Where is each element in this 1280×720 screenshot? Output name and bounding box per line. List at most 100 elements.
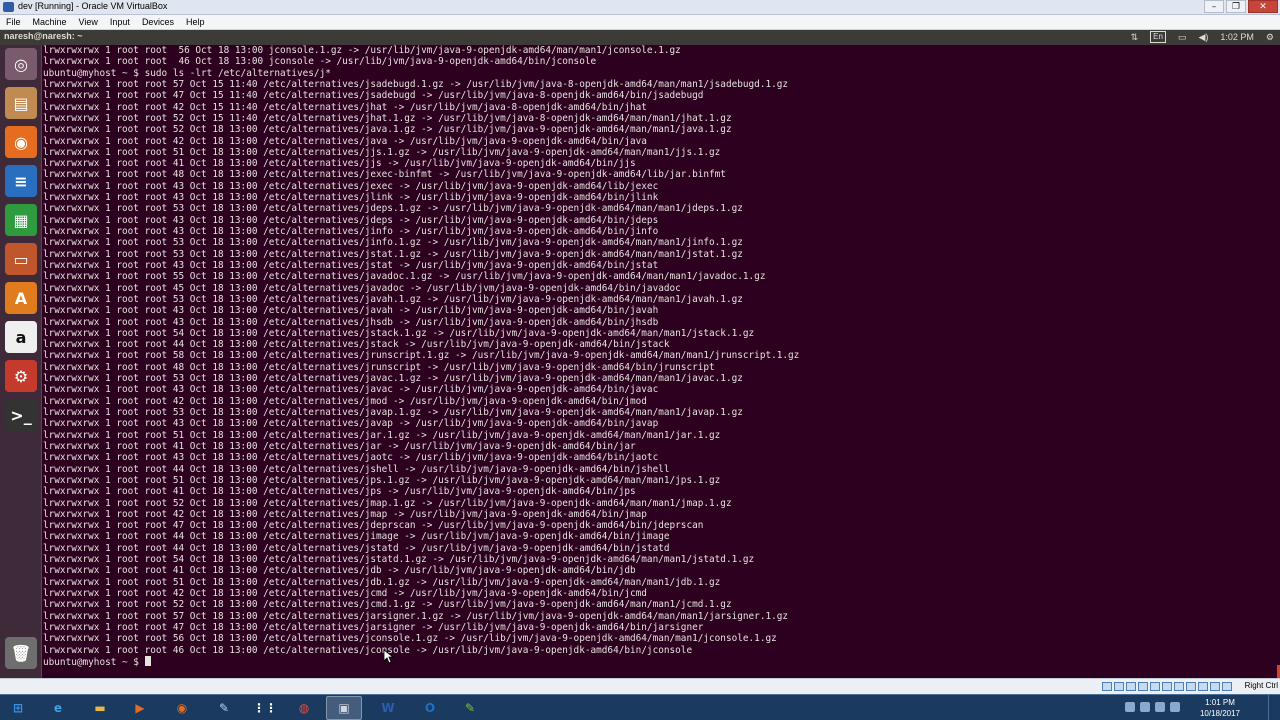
impress-icon[interactable]: ▭ [5,243,37,275]
terminal-output[interactable]: lrwxrwxrwx 1 root root 56 Oct 18 13:00 j… [43,45,1280,678]
terminal-line: lrwxrwxrwx 1 root root 56 Oct 18 13:00 j… [43,45,681,56]
terminal-line: lrwxrwxrwx 1 root root 44 Oct 18 13:00 /… [43,542,670,554]
firefox-taskbar-icon[interactable]: ◉ [164,696,200,720]
terminal-line: lrwxrwxrwx 1 root root 48 Oct 18 13:00 /… [43,169,726,181]
terminal-line: lrwxrwxrwx 1 root root 41 Oct 18 13:00 /… [43,486,636,498]
menu-devices[interactable]: Devices [136,17,180,27]
usb-icon[interactable] [1150,682,1160,691]
taskbar-clock[interactable]: 1:01 PM 10/18/2017 [1200,697,1240,719]
outlook-icon[interactable]: O [412,696,448,720]
terminal-line: lrwxrwxrwx 1 root root 51 Oct 18 13:00 /… [43,474,721,486]
terminal-line: lrwxrwxrwx 1 root root 44 Oct 18 13:00 /… [43,531,670,543]
virtualbox-taskbar-icon[interactable]: ▣ [326,696,362,720]
terminal-line: lrwxrwxrwx 1 root root 51 Oct 18 13:00 /… [43,576,721,588]
terminal-line: lrwxrwxrwx 1 root root 51 Oct 18 13:00 /… [43,429,721,441]
windows-taskbar: ⊞ e ▬ ▶ ◉ ✎ ⋮⋮ ◍ ▣ W O ✎ 1:01 PM 10/18/2017 [0,694,1280,720]
terminal-line: lrwxrwxrwx 1 root root 44 Oct 18 13:00 /… [43,339,670,351]
optical-drive-icon[interactable] [1114,682,1124,691]
menu-input[interactable]: Input [104,17,136,27]
display-icon[interactable] [1174,682,1184,691]
terminal-icon[interactable]: >_ [5,399,37,431]
files-icon[interactable]: ▤ [5,87,37,119]
keyboard-capture-icon[interactable] [1222,682,1232,691]
menu-machine[interactable]: Machine [27,17,73,27]
battery-icon[interactable]: ▭ [1178,32,1187,43]
network-icon[interactable]: ⇅ [1131,32,1139,43]
terminal-line: lrwxrwxrwx 1 root root 52 Oct 15 11:40 /… [43,112,732,124]
menu-file[interactable]: File [0,17,27,27]
tray-up-arrow-icon[interactable] [1125,702,1135,712]
mouse-pointer-icon [384,650,394,664]
chrome-icon[interactable]: ◍ [286,696,322,720]
terminal-line: ubuntu@myhost ~ $ sudo ls -lrt /etc/alte… [43,67,331,79]
terminal-line: lrwxrwxrwx 1 root root 46 Oct 18 13:00 j… [43,56,597,68]
cpu-icon[interactable] [1198,682,1208,691]
keyboard-layout-indicator[interactable]: En [1150,31,1166,43]
calc-icon[interactable]: ▦ [5,204,37,236]
settings-icon[interactable]: ⚙ [5,360,37,392]
terminal-prompt-line[interactable]: ubuntu@myhost ~ $ [43,655,1280,668]
word-icon[interactable]: W [370,696,406,720]
terminal-line: lrwxrwxrwx 1 root root 42 Oct 18 13:00 /… [43,395,647,407]
terminal-line: lrwxrwxrwx 1 root root 57 Oct 15 11:40 /… [43,78,789,90]
audio-icon[interactable] [1126,682,1136,691]
trash-icon[interactable]: 🗑 [5,637,37,669]
video-capture-icon[interactable] [1186,682,1196,691]
show-desktop-button[interactable] [1268,695,1280,720]
terminal-line: lrwxrwxrwx 1 root root 48 Oct 18 13:00 /… [43,361,715,373]
notepad-icon[interactable]: ✎ [452,696,488,720]
start-button[interactable]: ⊞ [0,696,36,720]
panel-clock[interactable]: 1:02 PM [1220,32,1254,42]
menu-view[interactable]: View [73,17,104,27]
software-center-icon[interactable]: A [5,282,37,314]
terminal-line: lrwxrwxrwx 1 root root 43 Oct 18 13:00 /… [43,259,659,271]
terminal-line: lrwxrwxrwx 1 root root 43 Oct 18 13:00 /… [43,305,659,317]
internet-explorer-icon[interactable]: e [40,696,76,720]
file-explorer-icon[interactable]: ▬ [82,696,118,720]
terminal-line: lrwxrwxrwx 1 root root 53 Oct 18 13:00 /… [43,407,743,418]
tray-network-icon[interactable] [1155,702,1165,712]
taskbar-time: 1:01 PM [1205,698,1235,707]
terminal-line: lrwxrwxrwx 1 root root 47 Oct 18 13:00 /… [43,621,704,633]
dash-home-icon[interactable]: ◎ [5,48,37,80]
terminal-line: lrwxrwxrwx 1 root root 43 Oct 18 13:00 /… [43,316,659,328]
terminal-line: lrwxrwxrwx 1 root root 42 Oct 18 13:00 /… [43,135,647,147]
terminal-line: lrwxrwxrwx 1 root root 42 Oct 15 11:40 /… [43,101,647,113]
tray-flag-icon[interactable] [1140,702,1150,712]
terminal-line: lrwxrwxrwx 1 root root 58 Oct 18 13:00 /… [43,350,800,362]
terminal-line: lrwxrwxrwx 1 root root 53 Oct 18 13:00 /… [43,203,743,215]
hard-disk-icon[interactable] [1102,682,1112,691]
close-button[interactable]: ✕ [1248,0,1278,13]
terminal-line: lrwxrwxrwx 1 root root 53 Oct 18 13:00 /… [43,293,743,305]
terminal-line: lrwxrwxrwx 1 root root 57 Oct 18 13:00 /… [43,610,789,622]
firefox-icon[interactable]: ◉ [5,126,37,158]
terminal-window-title: naresh@naresh: ~ [4,31,83,41]
mouse-integration-icon[interactable] [1210,682,1220,691]
maximize-button[interactable]: ❐ [1226,0,1246,13]
menu-help[interactable]: Help [180,17,211,27]
terminal-line: lrwxrwxrwx 1 root root 52 Oct 18 13:00 /… [43,124,732,136]
tools-icon[interactable]: ✎ [206,696,242,720]
window-title: dev [Running] - Oracle VM VirtualBox [18,1,168,11]
media-player-icon[interactable]: ▶ [122,696,158,720]
volume-icon[interactable]: ◀) [1198,32,1208,43]
text-cursor [144,655,151,666]
minimize-button[interactable]: – [1204,0,1224,13]
ubuntu-top-panel: naresh@naresh: ~ ⇅ En ▭ ◀) 1:02 PM ⚙ [0,30,1280,45]
terminal-line: lrwxrwxrwx 1 root root 41 Oct 18 13:00 /… [43,565,636,577]
network-adapter-icon[interactable] [1138,682,1148,691]
virtualbox-icon [3,2,14,12]
shared-folders-icon[interactable] [1162,682,1172,691]
terminal-line: lrwxrwxrwx 1 root root 41 Oct 18 13:00 /… [43,440,636,452]
terminal-line: lrwxrwxrwx 1 root root 53 Oct 18 13:00 /… [43,373,743,385]
terminal-line: lrwxrwxrwx 1 root root 51 Oct 18 13:00 /… [43,146,721,158]
apps-grid-icon[interactable]: ⋮⋮ [247,696,283,720]
writer-icon[interactable]: ≡ [5,165,37,197]
taskbar-date: 10/18/2017 [1199,709,1240,718]
host-key-label: Right Ctrl [1244,681,1278,690]
unity-launcher: ◎ ▤ ◉ ≡ ▦ ▭ Aa ⚙ >_ 🗑 [0,45,42,678]
tray-volume-icon[interactable] [1170,702,1180,712]
amazon-icon[interactable]: a [5,321,37,353]
session-gear-icon[interactable]: ⚙ [1266,32,1274,43]
desktop: dev [Running] - Oracle VM VirtualBox – ❐… [0,0,1280,720]
